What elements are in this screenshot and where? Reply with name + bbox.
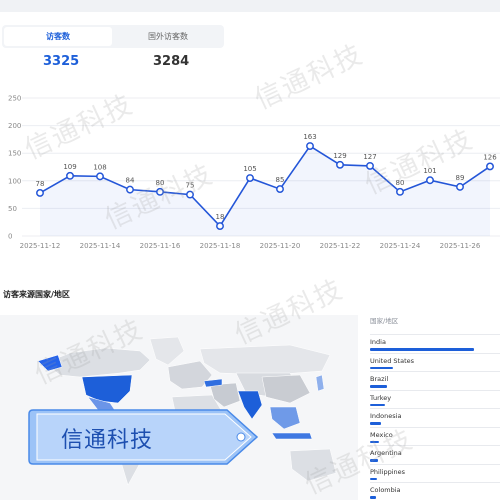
data-point (456, 182, 464, 191)
data-label: 85 (276, 176, 285, 184)
data-label: 109 (63, 163, 76, 171)
country-share-bar (370, 496, 377, 499)
data-point (426, 176, 434, 185)
visitor-line-chart: 0 50 100 150 200 250 78 109 108 84 80 75 18 105 85 163 1… (0, 85, 500, 260)
y-tick-label: 50 (8, 205, 17, 213)
country-share-bar (370, 440, 380, 443)
country-row: United States (370, 352, 500, 372)
country-name: United States (370, 356, 415, 365)
top-bar (0, 0, 500, 12)
data-label: 78 (36, 180, 45, 188)
data-point (126, 185, 134, 194)
country-name: Turkey (370, 393, 392, 402)
badge-hole-icon (236, 432, 246, 442)
country-share-bar (370, 477, 378, 480)
country-share-bar (370, 366, 393, 369)
y-tick-label: 200 (8, 122, 21, 130)
map-region-australia (289, 448, 337, 482)
data-point (36, 188, 44, 197)
country-row: Turkey (370, 389, 500, 409)
domestic-visitor-count: 3325 (43, 54, 80, 69)
map-region-southeast-asia (269, 406, 301, 430)
data-label: 80 (396, 179, 405, 187)
country-row: Colombia (370, 482, 500, 500)
data-point (276, 185, 284, 194)
country-name: Argentina (370, 449, 402, 457)
data-point (96, 172, 104, 181)
country-row: Brazil (370, 371, 500, 390)
country-name: Brazil (370, 375, 389, 383)
map-region-japan (315, 374, 325, 392)
data-label: 108 (93, 163, 106, 171)
data-label: 80 (156, 179, 165, 187)
data-point (66, 171, 74, 180)
data-label: 84 (126, 177, 135, 185)
data-label: 89 (456, 174, 465, 182)
data-point (336, 160, 344, 169)
country-list-panel: 国家/地区 India United States Brazil Turkey Indo… (364, 315, 500, 500)
country-list-header: 国家/地区 (370, 317, 399, 325)
country-share-bar (370, 422, 382, 425)
map-region-china (261, 374, 311, 404)
country-name: Indonesia (370, 412, 402, 420)
map-region-russia (199, 344, 331, 376)
data-point (156, 187, 164, 196)
country-list: India United States Brazil Turkey Indonesia M… (370, 334, 500, 500)
data-point (246, 174, 254, 182)
tab-domestic-visitors[interactable]: 访客数 (4, 27, 112, 46)
data-point (216, 222, 224, 231)
country-name: Colombia (370, 486, 401, 494)
x-tick-label: 2025-11-16 (140, 242, 181, 250)
x-tick-label: 2025-11-24 (380, 242, 421, 250)
x-tick-label: 2025-11-26 (440, 242, 481, 250)
data-label: 101 (423, 167, 436, 175)
country-row: India (370, 334, 500, 353)
data-point (366, 161, 374, 170)
y-tick-label: 0 (8, 233, 12, 241)
data-point (306, 142, 314, 150)
series-area (40, 146, 490, 236)
y-tick-label: 250 (8, 95, 21, 103)
country-share-bar (370, 403, 385, 406)
x-tick-label: 2025-11-18 (200, 242, 241, 250)
data-point (396, 187, 404, 196)
map-region-greenland (149, 336, 185, 366)
data-label: 126 (483, 153, 497, 161)
x-tick-label: 2025-11-22 (320, 242, 361, 250)
chart-canvas: 0 50 100 150 200 250 78 109 108 84 80 75 18 105 85 163 1… (8, 95, 500, 250)
y-tick-label: 150 (8, 150, 21, 158)
foreign-visitor-count: 3284 (153, 54, 190, 69)
country-share-bar (370, 459, 379, 462)
country-name: Mexico (370, 430, 393, 439)
x-tick-label: 2025-11-20 (260, 242, 301, 250)
x-tick-label: 2025-11-12 (20, 242, 61, 250)
country-row: Mexico (370, 426, 500, 446)
country-name: India (370, 338, 386, 346)
data-point (486, 162, 494, 171)
data-label: 105 (243, 165, 256, 173)
badge-text: 信通科技 (61, 428, 154, 453)
data-point (186, 190, 194, 199)
map-section-title: 访客来源国家/地区 (3, 290, 70, 299)
country-row: Argentina (370, 445, 500, 464)
x-tick-label: 2025-11-14 (80, 242, 121, 250)
tab-foreign-visitors[interactable]: 国外访客数 (114, 27, 222, 46)
country-row: Philippines (370, 463, 500, 483)
country-share-bar (370, 385, 387, 388)
map-region-indonesia (271, 432, 313, 440)
data-label: 127 (363, 153, 376, 161)
data-label: 163 (303, 133, 316, 141)
data-label: 18 (216, 213, 225, 221)
country-row: Indonesia (370, 408, 500, 427)
y-tick-label: 100 (8, 177, 21, 185)
visitor-tabs: 访客数 国外访客数 (2, 25, 224, 48)
data-label: 75 (186, 182, 195, 190)
country-share-bar (370, 348, 474, 351)
data-label: 129 (333, 152, 346, 160)
brand-badge: 信通科技 (27, 408, 259, 466)
country-name: Philippines (370, 467, 406, 476)
